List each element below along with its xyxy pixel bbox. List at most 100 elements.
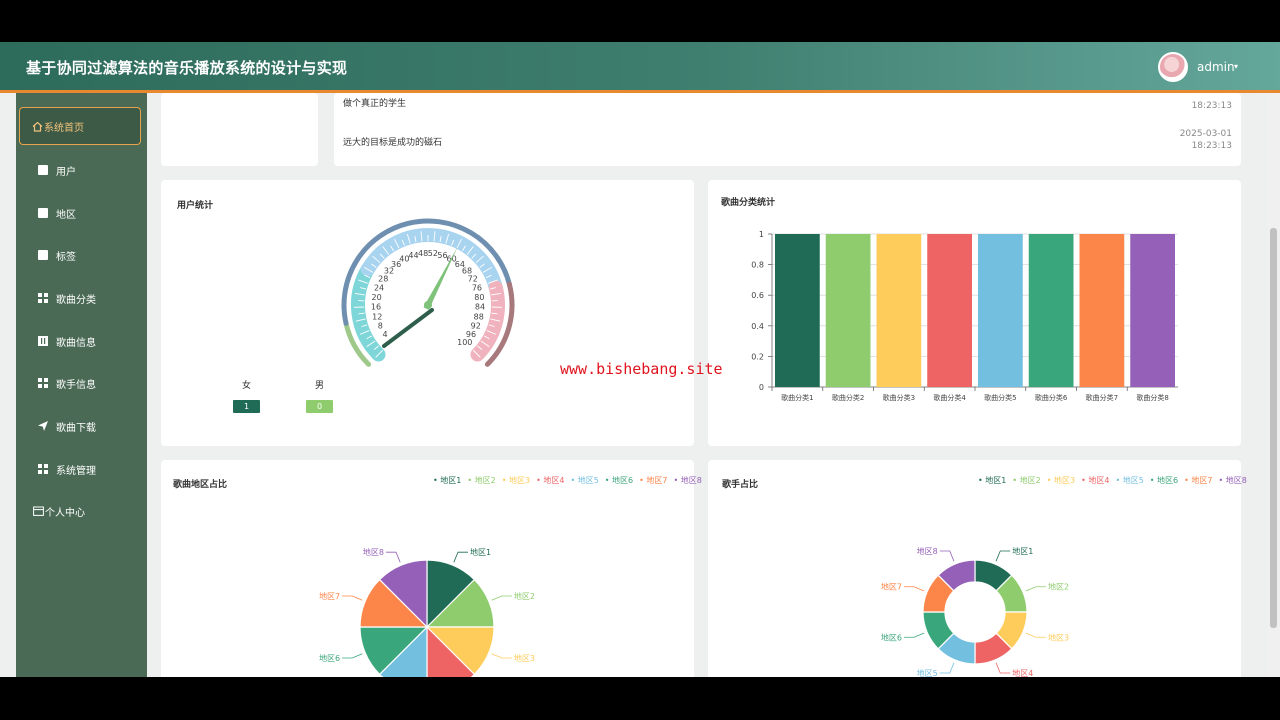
notice-card <box>334 93 1241 166</box>
bar <box>978 234 1023 387</box>
female-count-badge: 1 <box>233 400 260 413</box>
gauge-tick-label: 4 <box>382 330 387 339</box>
y-tick-label: 0.6 <box>751 291 764 300</box>
sidebar-item-label: 用户 <box>56 166 76 178</box>
pie-slice-label: 地区2 <box>1048 582 1069 592</box>
gauge-tick-label: 16 <box>371 303 381 312</box>
pie-label-line <box>904 586 925 592</box>
avatar[interactable] <box>1158 52 1188 82</box>
pie-label-line <box>491 653 512 659</box>
pie-slice-label: 地区5 <box>917 668 938 677</box>
sidebar-item-profile[interactable]: 个人中心 <box>16 492 147 530</box>
pie-label-line <box>491 595 512 601</box>
pie-slice-label: 地区6 <box>881 632 902 642</box>
pie-label-line <box>342 653 363 659</box>
sidebar-item-label: 系统首页 <box>44 122 84 134</box>
gauge-tick-label: 80 <box>474 293 484 302</box>
grid-icon <box>38 464 48 474</box>
male-label: 男 <box>315 381 325 391</box>
scroll-thumb[interactable] <box>1270 228 1277 628</box>
y-tick-label: 0 <box>759 383 764 392</box>
watermark: www.bishebang.site <box>560 360 723 378</box>
notice-item[interactable]: 做个真正的学生 <box>343 96 406 109</box>
y-tick-label: 0.2 <box>751 352 764 361</box>
bar <box>1028 234 1074 387</box>
sidebar-item-home[interactable]: 系统首页 <box>19 107 141 145</box>
pie-label-line <box>995 550 1011 562</box>
book-icon <box>38 336 48 346</box>
pie-label-line <box>939 662 955 674</box>
pie-slice-label: 地区7 <box>319 591 340 601</box>
sidebar-item-song-download[interactable]: 歌曲下载 <box>16 407 147 445</box>
sidebar-item-label: 歌曲下载 <box>56 422 96 434</box>
pie-label-line <box>904 632 925 638</box>
gauge-tick-label: 76 <box>472 283 482 292</box>
sidebar-item-tags[interactable]: 标签 <box>16 236 147 274</box>
sidebar-item-label: 地区 <box>56 209 76 221</box>
x-tick-label: 歌曲分类1 <box>781 393 813 402</box>
grid-icon <box>38 378 48 388</box>
gauge-tick-label: 12 <box>372 312 382 321</box>
pie-label-line <box>939 550 955 562</box>
bar <box>775 234 820 387</box>
square-icon <box>38 165 48 175</box>
gauge-tick-label: 72 <box>468 275 478 284</box>
pie-slice-label: 地区7 <box>881 582 902 592</box>
sidebar-item-users[interactable]: 用户 <box>16 151 147 189</box>
bar <box>1130 234 1175 387</box>
gauge-pointer-secondary <box>382 308 434 348</box>
sidebar: 系统首页 用户 地区 标签 歌曲分类 歌曲信息 歌手信息 歌曲下载 系统管理 个… <box>16 93 147 677</box>
y-tick-label: 0.4 <box>751 322 764 331</box>
singer-pie-card: 歌手占比 • 地区1 • 地区2 • 地区3 • 地区4 • 地区5 • 地区6 • 地区7… <box>708 460 1247 677</box>
pie-label-line <box>1025 632 1046 638</box>
pie-slice-label: 地区1 <box>470 547 491 557</box>
x-tick-label: 歌曲分类6 <box>1035 393 1068 402</box>
bar <box>1079 234 1125 387</box>
singer-pie-chart: 地区1 地区2 地区3 地区4 地区5 地区6 地区7 地区8 <box>881 546 1069 677</box>
x-tick-label: 歌曲分类3 <box>883 393 915 402</box>
app-title: 基于协同过滤算法的音乐播放系统的设计与实现 <box>26 59 348 77</box>
male-count-badge: 0 <box>306 400 333 413</box>
gauge-tick-label: 24 <box>374 283 384 292</box>
square-icon <box>38 208 48 218</box>
user-name[interactable]: admin <box>1197 60 1235 74</box>
sidebar-item-singer-info[interactable]: 歌手信息 <box>16 364 147 402</box>
notice-time: 18:23:13 <box>1191 141 1232 151</box>
pie-label-line <box>1025 586 1046 592</box>
chevron-down-icon[interactable]: ▾ <box>1234 62 1238 71</box>
info-card <box>161 93 318 166</box>
home-icon <box>32 121 43 132</box>
pie-slice-label: 地区4 <box>1012 668 1033 677</box>
gauge-tick-label: 28 <box>378 275 388 284</box>
pie-label-line <box>386 551 401 563</box>
sidebar-item-label: 个人中心 <box>45 507 85 519</box>
sidebar-item-label: 歌曲信息 <box>56 337 96 349</box>
pie-slice-label: 地区1 <box>1012 546 1033 556</box>
sidebar-item-region[interactable]: 地区 <box>16 194 147 232</box>
app-frame: 基于协同过滤算法的音乐播放系统的设计与实现 admin ▾ 系统首页 用户 地区… <box>0 42 1280 677</box>
notice-item[interactable]: 远大的目标是成功的磁石 <box>343 135 442 148</box>
category-bar-chart: 0 0.2 0.4 0.6 0.8 1 歌曲分类1 歌曲分类2 歌曲分类3 歌曲分类4 歌曲分类5 歌… <box>751 230 1178 402</box>
sidebar-item-song-info[interactable]: 歌曲信息 <box>16 322 147 360</box>
grid-icon <box>38 293 48 303</box>
pie-slice-label: 地区3 <box>1048 632 1069 642</box>
sidebar-item-label: 歌曲分类 <box>56 294 96 306</box>
top-header: 基于协同过滤算法的音乐播放系统的设计与实现 admin ▾ <box>0 42 1280 93</box>
pie-slice-label: 地区3 <box>514 653 535 663</box>
bar <box>927 234 972 387</box>
gauge-tick-label: 48 <box>418 249 428 258</box>
pie-slice-label: 地区8 <box>363 547 384 557</box>
y-tick-label: 0.8 <box>751 261 764 270</box>
pie-label-line <box>453 551 468 563</box>
sidebar-item-label: 系统管理 <box>56 465 96 477</box>
sidebar-item-label: 标签 <box>56 251 76 263</box>
sidebar-item-system[interactable]: 系统管理 <box>16 450 147 488</box>
scrollbar[interactable] <box>1268 93 1280 677</box>
gauge-tick-label: 88 <box>474 312 484 321</box>
x-tick-label: 歌曲分类5 <box>984 393 1016 402</box>
category-chart-card: 歌曲分类统计 0 0.2 0.4 0.6 0.8 1 歌曲分类1 歌曲分类2 歌曲分类3 歌曲分类… <box>708 180 1241 446</box>
pie-slice-label: 地区2 <box>514 591 535 601</box>
x-tick-label: 歌曲分类8 <box>1136 393 1168 402</box>
sidebar-item-song-category[interactable]: 歌曲分类 <box>16 279 147 317</box>
pie-label-line <box>342 595 363 601</box>
